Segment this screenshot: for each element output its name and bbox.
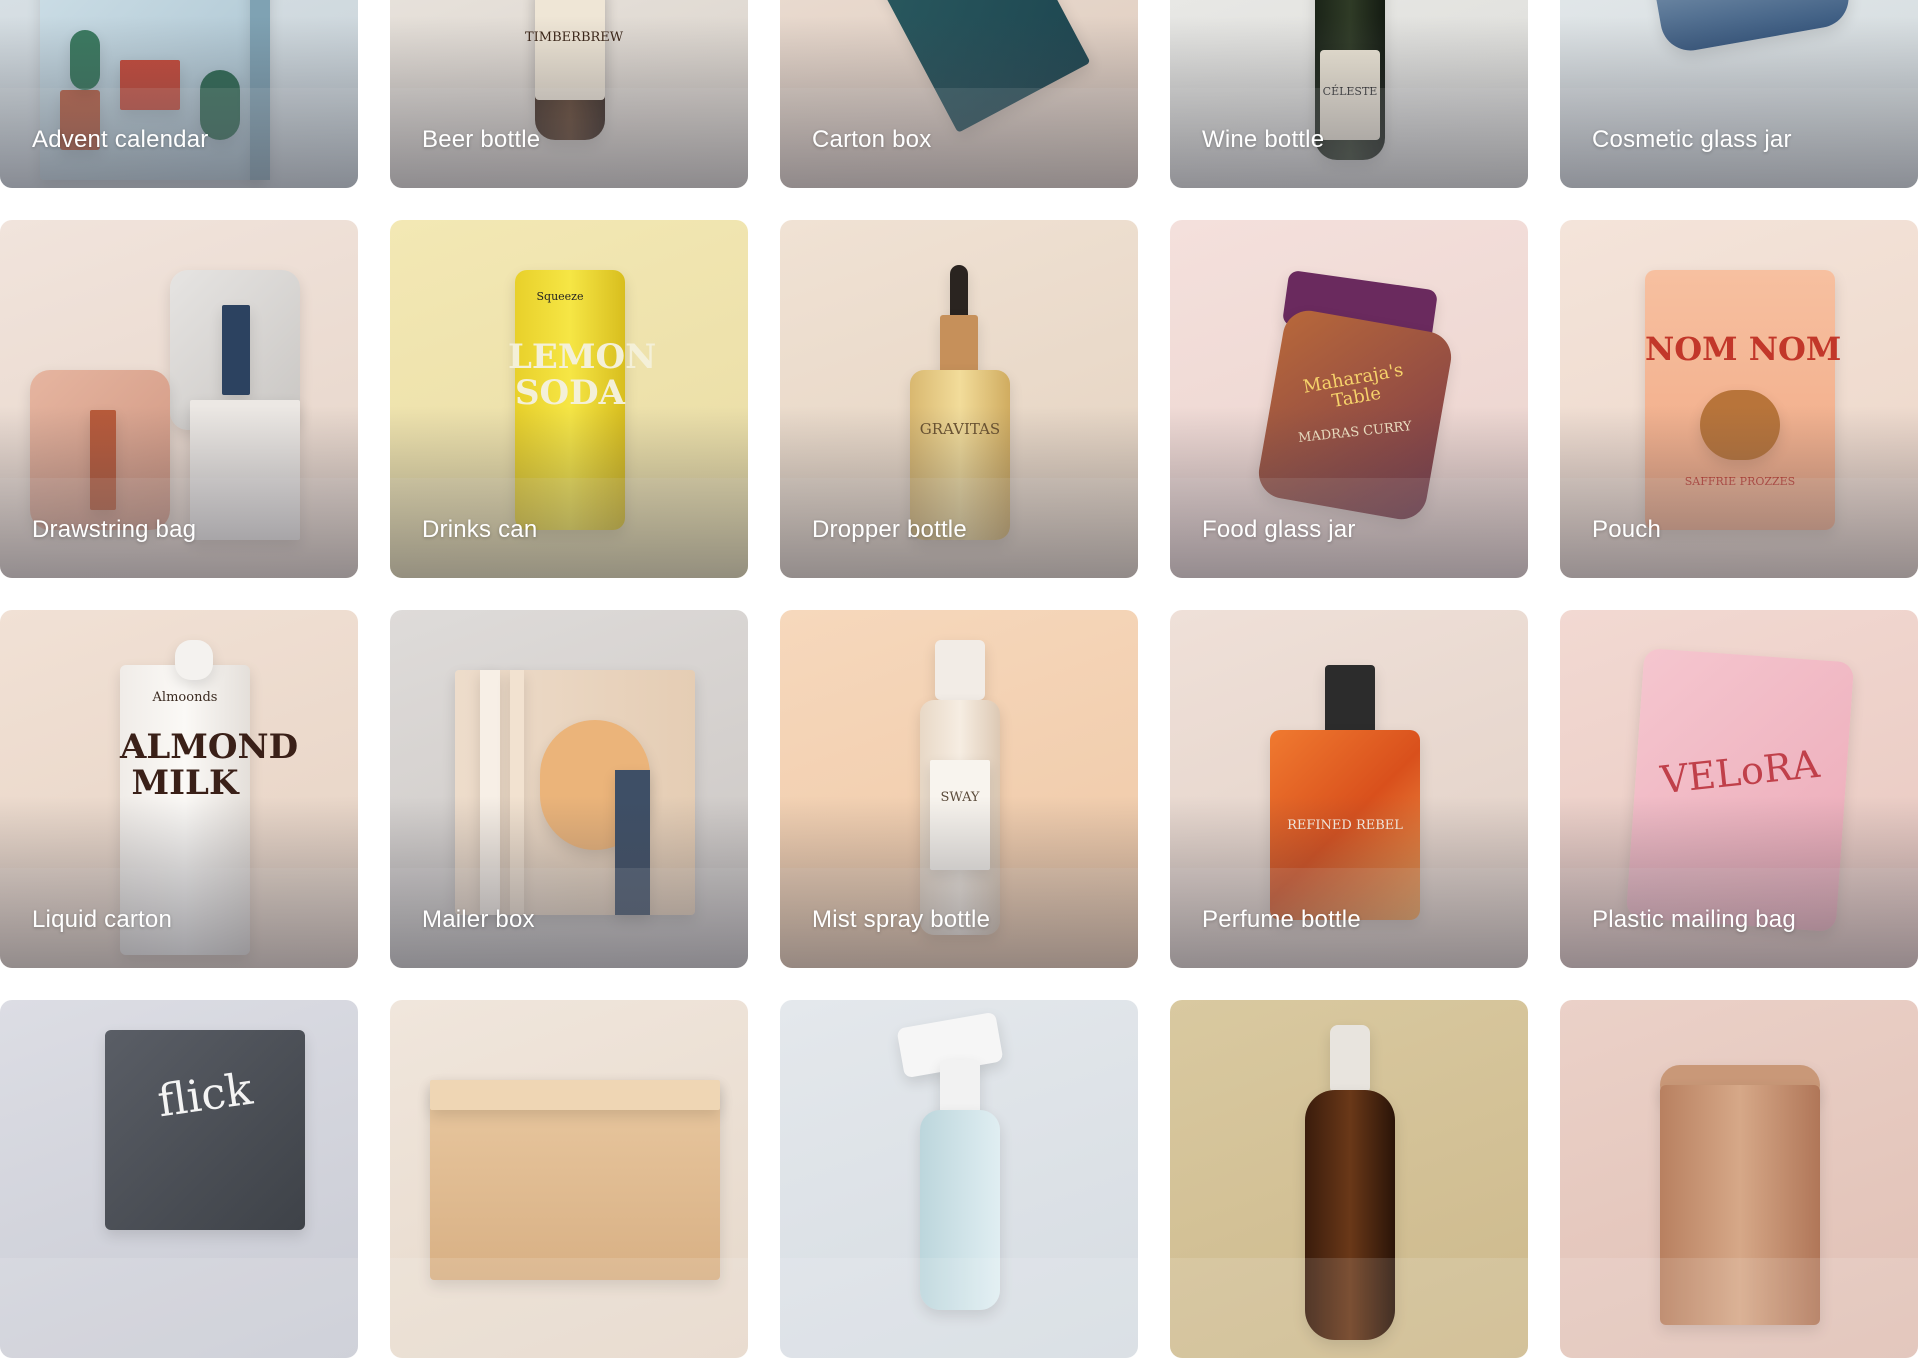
card-shipping-box[interactable] bbox=[390, 1000, 748, 1358]
card-label: Mailer box bbox=[422, 906, 535, 933]
card-perfume-bottle[interactable]: REFINED REBELPerfume bottle bbox=[1170, 610, 1528, 968]
card-label: Wine bottle bbox=[1202, 126, 1325, 153]
card-pouch[interactable]: NOM NOMSAFFRIE PROZZESPouch bbox=[1560, 220, 1918, 578]
card-wine-bottle[interactable]: CÉLESTEWine bottle bbox=[1170, 0, 1528, 188]
product-shape bbox=[175, 640, 213, 680]
card-carton-box[interactable]: FRIEDOLINECarton box bbox=[780, 0, 1138, 188]
card-label: Drinks can bbox=[422, 516, 538, 543]
card-beer-bottle[interactable]: TIMBERBREWBeer bottle bbox=[390, 0, 748, 188]
product-print-text: Squeeze bbox=[536, 290, 584, 303]
card-label: Pouch bbox=[1592, 516, 1662, 543]
card-label: Carton box bbox=[812, 126, 932, 153]
card-dropper-bottle[interactable]: GRAVITASDropper bottle bbox=[780, 220, 1138, 578]
product-shape bbox=[222, 305, 250, 395]
product-shape bbox=[430, 1080, 720, 1280]
card-label: Mist spray bottle bbox=[812, 906, 991, 933]
product-grid: Advent calendar TIMBERBREWBeer bottle FR… bbox=[0, 0, 1920, 1358]
card-cosmetic-glass-jar[interactable]: ARGOSCosmetic glass jar bbox=[1560, 0, 1918, 188]
product-shape bbox=[1325, 665, 1375, 735]
card-label: Beer bottle bbox=[422, 126, 541, 153]
card-label: Plastic mailing bag bbox=[1592, 906, 1796, 933]
card-label: Drawstring bag bbox=[32, 516, 197, 543]
product-print-text: NOM NOM bbox=[1645, 330, 1842, 368]
card-label: Dropper bottle bbox=[812, 516, 967, 543]
card-trigger-spray[interactable] bbox=[780, 1000, 1138, 1358]
card-label: Liquid carton bbox=[32, 906, 173, 933]
product-print-text: Almoonds bbox=[152, 690, 218, 705]
card-mist-spray-bottle[interactable]: SWAYMist spray bottle bbox=[780, 610, 1138, 968]
product-print-text: LEMON SODA bbox=[508, 337, 657, 413]
card-swing-top-bottle[interactable] bbox=[1170, 1000, 1528, 1358]
product-print-text: ALMOND MILK bbox=[120, 727, 299, 803]
product-shape bbox=[940, 315, 978, 375]
card-label: Food glass jar bbox=[1202, 516, 1356, 543]
card-drinks-can[interactable]: LEMON SODA Squeeze Drinks can bbox=[390, 220, 748, 578]
card-label: Perfume bottle bbox=[1202, 906, 1361, 933]
card-tube-canister[interactable] bbox=[1560, 1000, 1918, 1358]
card-food-glass-jar[interactable]: Maharaja's TableMADRAS CURRYFood glass j… bbox=[1170, 220, 1528, 578]
card-display-box[interactable]: flick bbox=[0, 1000, 358, 1358]
product-shape bbox=[1330, 1025, 1370, 1095]
card-drawstring-bag[interactable]: Drawstring bag bbox=[0, 220, 358, 578]
card-label: Cosmetic glass jar bbox=[1592, 126, 1792, 153]
card-advent-calendar[interactable]: Advent calendar bbox=[0, 0, 358, 188]
product-shape bbox=[430, 1080, 720, 1110]
card-mailer-box[interactable]: Mailer box bbox=[390, 610, 748, 968]
card-plastic-mailing-bag[interactable]: VELoRA Plastic mailing bag bbox=[1560, 610, 1918, 968]
card-label: Advent calendar bbox=[32, 126, 209, 153]
card-liquid-carton[interactable]: Almoonds ALMOND MILK Liquid carton bbox=[0, 610, 358, 968]
product-shape bbox=[935, 640, 985, 700]
